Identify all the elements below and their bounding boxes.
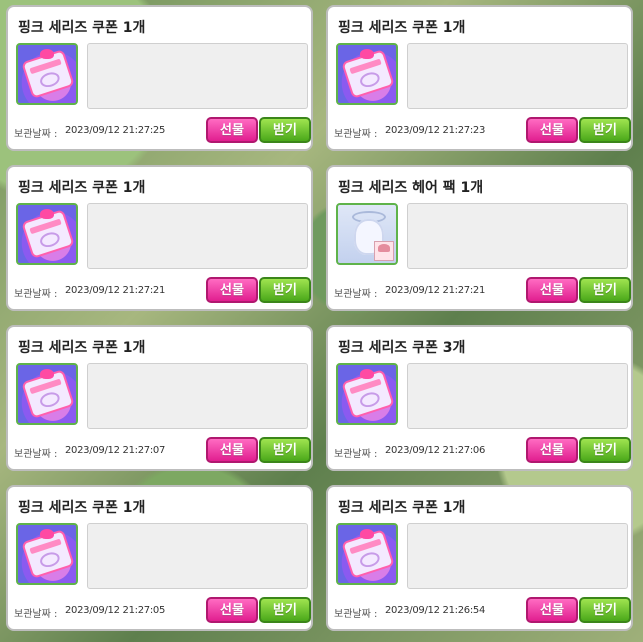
receive-button[interactable]: 받기 <box>259 437 311 463</box>
storage-date: 2023/09/12 21:27:07 <box>65 445 166 456</box>
pink-series-hair-pack-icon[interactable] <box>336 203 398 265</box>
message-box <box>407 363 628 429</box>
receive-button[interactable]: 받기 <box>579 597 631 623</box>
message-box <box>87 203 308 269</box>
pink-series-coupon-icon[interactable] <box>336 43 398 105</box>
pink-series-coupon-icon[interactable] <box>16 523 78 585</box>
pink-series-coupon-icon[interactable] <box>16 203 78 265</box>
storage-date-label: 보관날짜 : <box>14 129 58 140</box>
storage-item-card: 핑크 세리즈 쿠폰 3개 보관날짜 : 2023/09/12 21:27:06 … <box>326 325 633 471</box>
storage-item-card: 핑크 세리즈 쿠폰 1개 보관날짜 : 2023/09/12 21:27:21 … <box>6 165 313 311</box>
item-title: 핑크 세리즈 쿠폰 1개 <box>18 340 146 356</box>
gift-button[interactable]: 선물 <box>206 597 258 623</box>
storage-item-grid: 핑크 세리즈 쿠폰 1개 보관날짜 : 2023/09/12 21:27:25 … <box>0 0 643 642</box>
storage-date-label: 보관날짜 : <box>14 289 58 300</box>
message-box <box>407 523 628 589</box>
pink-series-coupon-icon[interactable] <box>16 43 78 105</box>
receive-button[interactable]: 받기 <box>259 597 311 623</box>
receive-button[interactable]: 받기 <box>579 437 631 463</box>
storage-date-label: 보관날짜 : <box>334 289 378 300</box>
message-box <box>407 43 628 109</box>
storage-date-label: 보관날짜 : <box>14 609 58 620</box>
pink-series-coupon-icon[interactable] <box>336 523 398 585</box>
storage-date: 2023/09/12 21:27:21 <box>385 285 486 296</box>
message-box <box>87 523 308 589</box>
receive-button[interactable]: 받기 <box>579 277 631 303</box>
pink-series-coupon-icon[interactable] <box>16 363 78 425</box>
storage-date: 2023/09/12 21:27:23 <box>385 125 486 136</box>
storage-date-label: 보관날짜 : <box>14 449 58 460</box>
pink-series-coupon-icon[interactable] <box>336 363 398 425</box>
storage-item-card: 핑크 세리즈 쿠폰 1개 보관날짜 : 2023/09/12 21:27:25 … <box>6 5 313 151</box>
storage-item-card: 핑크 세리즈 쿠폰 1개 보관날짜 : 2023/09/12 21:26:54 … <box>326 485 633 631</box>
item-title: 핑크 세리즈 헤어 팩 1개 <box>338 180 484 196</box>
storage-date-label: 보관날짜 : <box>334 449 378 460</box>
gift-button[interactable]: 선물 <box>526 597 578 623</box>
storage-date-label: 보관날짜 : <box>334 129 378 140</box>
storage-item-card: 핑크 세리즈 쿠폰 1개 보관날짜 : 2023/09/12 21:27:23 … <box>326 5 633 151</box>
item-title: 핑크 세리즈 쿠폰 1개 <box>338 20 466 36</box>
storage-date: 2023/09/12 21:27:21 <box>65 285 166 296</box>
item-title: 핑크 세리즈 쿠폰 1개 <box>338 500 466 516</box>
gift-button[interactable]: 선물 <box>526 117 578 143</box>
item-title: 핑크 세리즈 쿠폰 3개 <box>338 340 466 356</box>
storage-item-card: 핑크 세리즈 헤어 팩 1개 보관날짜 : 2023/09/12 21:27:2… <box>326 165 633 311</box>
item-title: 핑크 세리즈 쿠폰 1개 <box>18 20 146 36</box>
storage-item-card: 핑크 세리즈 쿠폰 1개 보관날짜 : 2023/09/12 21:27:07 … <box>6 325 313 471</box>
storage-date: 2023/09/12 21:27:06 <box>385 445 486 456</box>
receive-button[interactable]: 받기 <box>579 117 631 143</box>
message-box <box>87 363 308 429</box>
gift-button[interactable]: 선물 <box>526 437 578 463</box>
storage-date: 2023/09/12 21:26:54 <box>385 605 486 616</box>
gift-button[interactable]: 선물 <box>206 437 258 463</box>
item-title: 핑크 세리즈 쿠폰 1개 <box>18 180 146 196</box>
storage-item-card: 핑크 세리즈 쿠폰 1개 보관날짜 : 2023/09/12 21:27:05 … <box>6 485 313 631</box>
receive-button[interactable]: 받기 <box>259 117 311 143</box>
storage-date: 2023/09/12 21:27:25 <box>65 125 166 136</box>
storage-date-label: 보관날짜 : <box>334 609 378 620</box>
gift-button[interactable]: 선물 <box>526 277 578 303</box>
receive-button[interactable]: 받기 <box>259 277 311 303</box>
gift-button[interactable]: 선물 <box>206 117 258 143</box>
message-box <box>407 203 628 269</box>
item-title: 핑크 세리즈 쿠폰 1개 <box>18 500 146 516</box>
gift-button[interactable]: 선물 <box>206 277 258 303</box>
message-box <box>87 43 308 109</box>
storage-date: 2023/09/12 21:27:05 <box>65 605 166 616</box>
